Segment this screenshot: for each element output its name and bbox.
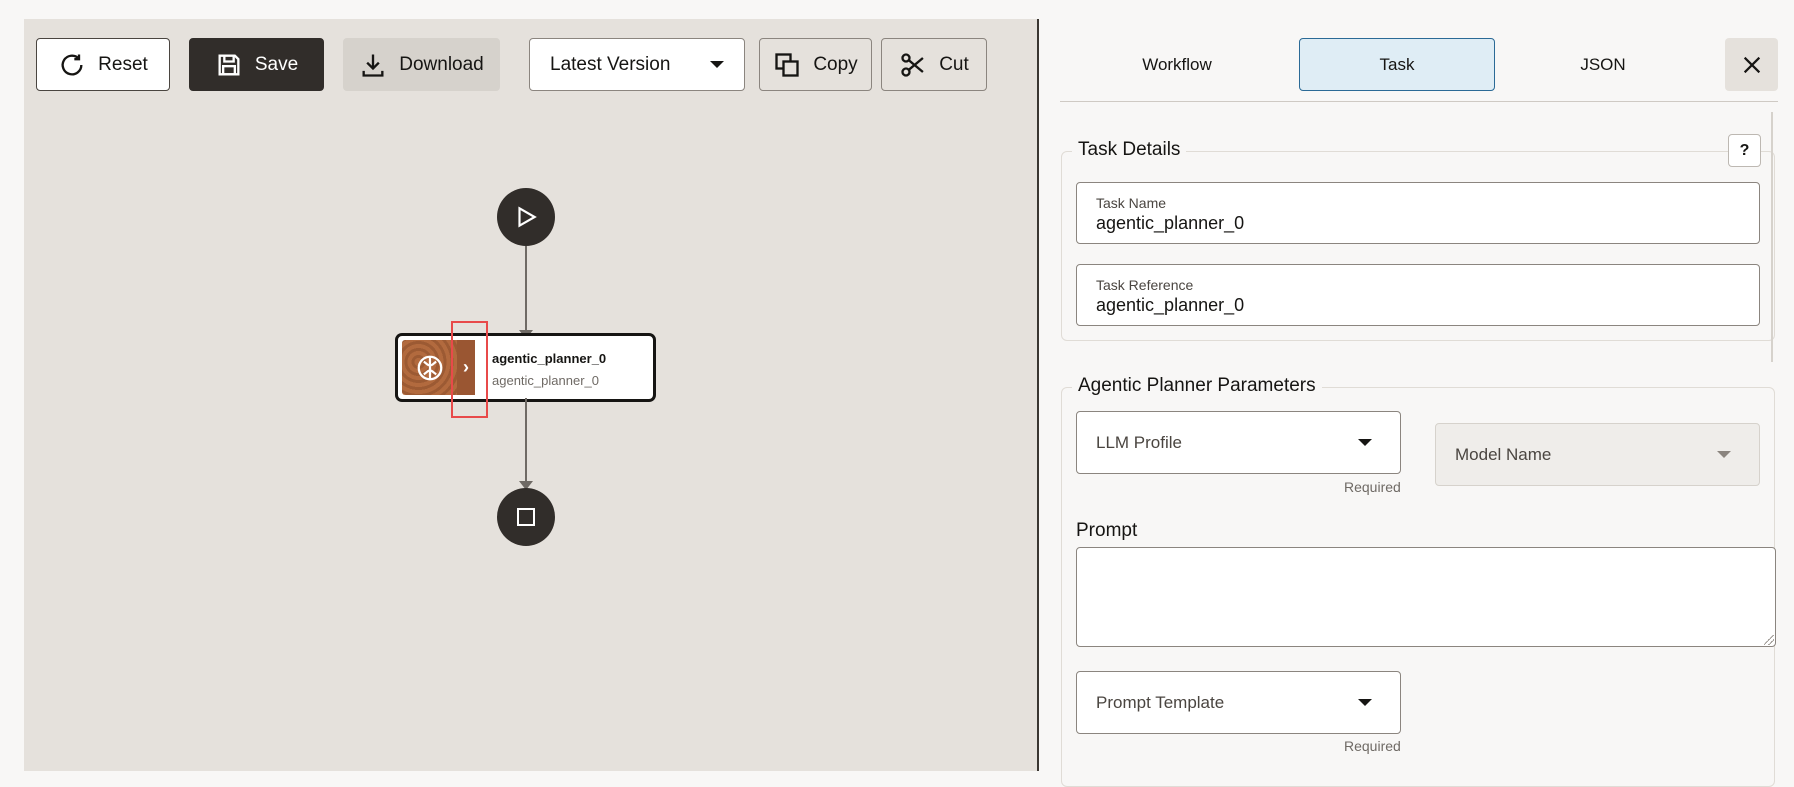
copy-icon <box>775 52 799 77</box>
version-select[interactable]: Latest Version <box>529 38 745 91</box>
llm-profile-select[interactable]: LLM Profile <box>1076 411 1401 474</box>
panel-scrollbar[interactable] <box>1771 112 1773 362</box>
start-node[interactable] <box>497 188 555 246</box>
task-name-field[interactable]: Task Name agentic_planner_0 <box>1076 182 1760 244</box>
tab-workflow[interactable]: Workflow <box>1079 38 1275 91</box>
reset-icon <box>61 54 83 76</box>
chevron-down-icon <box>1358 699 1372 706</box>
model-name-label: Model Name <box>1455 444 1552 464</box>
chevron-down-icon <box>710 61 724 68</box>
chevron-down-icon <box>1358 439 1372 446</box>
tab-json[interactable]: JSON <box>1505 38 1701 91</box>
save-button[interactable]: Save <box>189 38 324 91</box>
task-reference-value: agentic_planner_0 <box>1096 295 1245 315</box>
cut-button[interactable]: Cut <box>881 38 987 91</box>
edge-start-to-task <box>525 246 527 332</box>
task-reference-label: Task Reference <box>1096 277 1194 293</box>
save-icon <box>218 54 240 75</box>
prompt-textarea[interactable] <box>1076 547 1776 647</box>
download-icon <box>362 54 384 77</box>
download-label: Download <box>399 53 484 75</box>
task-name-label: Task Name <box>1096 195 1167 211</box>
panel-divider[interactable] <box>1037 19 1039 771</box>
play-icon <box>518 206 537 228</box>
task-details-legend: Task Details <box>1072 139 1187 161</box>
llm-profile-required: Required <box>1344 479 1401 495</box>
task-node-icon-block <box>402 340 457 395</box>
task-node-subtitle: agentic_planner_0 <box>492 373 599 388</box>
stop-icon <box>517 508 535 526</box>
end-node[interactable] <box>497 488 555 546</box>
reset-label: Reset <box>98 53 148 75</box>
prompt-template-select[interactable]: Prompt Template <box>1076 671 1401 734</box>
prompt-label: Prompt <box>1076 520 1138 541</box>
download-button[interactable]: Download <box>343 38 500 91</box>
save-label: Save <box>254 53 299 75</box>
textarea-resize-handle[interactable] <box>1764 635 1774 645</box>
reset-button[interactable]: Reset <box>36 38 170 91</box>
task-name-value: agentic_planner_0 <box>1096 213 1245 233</box>
copy-label: Copy <box>813 53 858 75</box>
help-button[interactable]: ? <box>1728 134 1761 167</box>
task-node-agentic-planner[interactable]: › agentic_planner_0 agentic_planner_0 <box>396 334 655 401</box>
llm-profile-label: LLM Profile <box>1096 432 1182 452</box>
tab-task[interactable]: Task <box>1299 38 1495 91</box>
tab-underline <box>1060 101 1778 102</box>
copy-button[interactable]: Copy <box>759 38 872 91</box>
agentic-params-legend: Agentic Planner Parameters <box>1072 375 1322 397</box>
close-icon <box>1743 56 1760 73</box>
model-name-select: Model Name <box>1435 423 1760 486</box>
task-node-title: agentic_planner_0 <box>492 351 607 366</box>
version-value: Latest Version <box>550 53 671 75</box>
cut-label: Cut <box>939 53 969 75</box>
highlight-box <box>451 321 488 418</box>
edge-task-to-end <box>525 398 527 484</box>
close-panel-button[interactable] <box>1725 38 1778 91</box>
prompt-template-required: Required <box>1344 738 1401 754</box>
prompt-template-label: Prompt Template <box>1096 692 1225 712</box>
scissors-icon <box>901 52 924 77</box>
brain-icon <box>417 355 442 380</box>
chevron-down-icon <box>1717 451 1731 458</box>
task-reference-field[interactable]: Task Reference agentic_planner_0 <box>1076 264 1760 326</box>
